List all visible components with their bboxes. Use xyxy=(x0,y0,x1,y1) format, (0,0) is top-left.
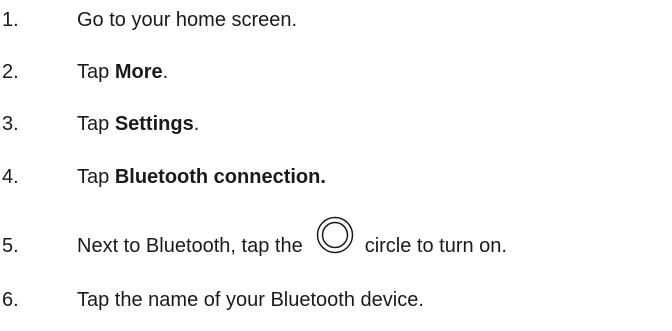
step-text-bold: More xyxy=(114,61,163,83)
step-text: Go to your home screen. xyxy=(77,4,297,36)
step-number: 3. xyxy=(2,113,19,135)
step-text-plain: Tap the name of your Bluetooth device. xyxy=(77,289,424,311)
step-number: 5. xyxy=(2,235,19,257)
instruction-steps: 1. Go to your home screen. 2. Tap More. … xyxy=(0,0,672,331)
step-text-prefix: Next to Bluetooth, tap the xyxy=(77,235,303,257)
step-text-suffix: . xyxy=(162,61,169,83)
step-number: 6. xyxy=(2,289,19,311)
step-number: 1. xyxy=(2,9,19,31)
step-text: Tap More. xyxy=(77,56,168,88)
step-text-suffix: circle to turn on. xyxy=(364,235,507,257)
step-text-suffix: . xyxy=(193,113,200,135)
step-3: 3. Tap Settings. xyxy=(2,108,199,140)
step-2: 2. Tap More. xyxy=(2,56,168,88)
step-text: Tap Settings. xyxy=(77,108,199,140)
step-text-bold: Settings xyxy=(114,113,194,135)
step-text-prefix: Tap xyxy=(77,166,115,188)
step-4: 4. Tap Bluetooth connection. xyxy=(2,161,326,193)
step-text-prefix: Tap xyxy=(77,113,115,135)
step-text-prefix: Tap xyxy=(77,61,115,83)
step-number: 2. xyxy=(2,61,19,83)
step-1: 1. Go to your home screen. xyxy=(2,4,297,36)
step-6: 6. Tap the name of your Bluetooth device… xyxy=(2,284,424,316)
step-text: Next to Bluetooth, tap the circle to tur… xyxy=(77,216,507,262)
step-text-plain: Go to your home screen. xyxy=(77,9,298,31)
step-text: Tap Bluetooth connection. xyxy=(77,161,326,193)
step-5: 5. Next to Bluetooth, tap the circle to … xyxy=(2,216,507,262)
step-number: 4. xyxy=(2,166,19,188)
step-text: Tap the name of your Bluetooth device. xyxy=(77,284,424,316)
step-text-bold: Bluetooth connection. xyxy=(114,166,326,188)
circle-icon xyxy=(315,215,355,255)
